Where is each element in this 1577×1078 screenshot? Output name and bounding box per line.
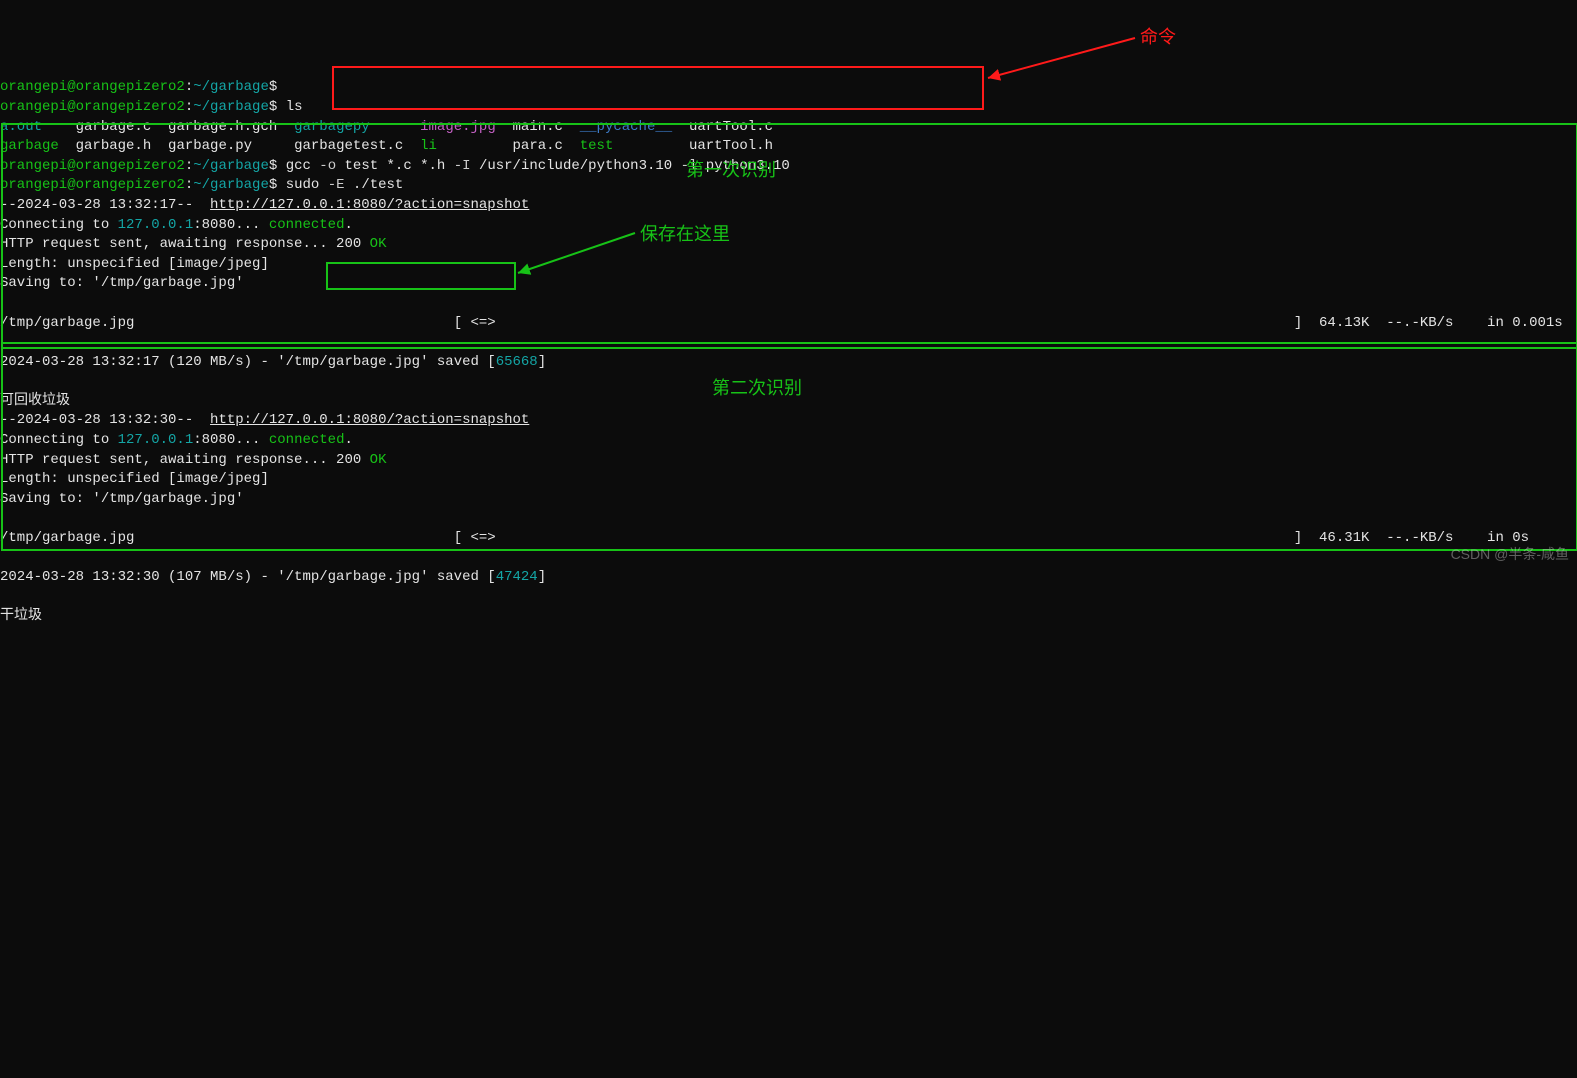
http-line: HTTP request sent, awaiting response... … — [0, 451, 1577, 471]
saved-line: 2024-03-28 13:32:30 (107 MB/s) - '/tmp/g… — [0, 568, 1577, 588]
ls-row: a.out garbage.c garbage.h.gch garbagepy … — [0, 118, 1577, 138]
saved-path: '/tmp/garbage.jpg' — [277, 354, 428, 370]
saved-line: 2024-03-28 13:32:17 (120 MB/s) - '/tmp/g… — [0, 353, 1577, 373]
http-line: HTTP request sent, awaiting response... … — [0, 235, 1577, 255]
wget-ts: --2024-03-28 13:32:30-- http://127.0.0.1… — [0, 411, 1577, 431]
annotation-label-save: 保存在这里 — [640, 222, 730, 247]
watermark: CSDN @半条-咸鱼 — [1451, 545, 1569, 565]
connect-line: Connecting to 127.0.0.1:8080... connecte… — [0, 216, 1577, 236]
annotation-label-second: 第二次识别 — [712, 376, 802, 401]
prompt-line: orangepi@orangepizero2:~/garbage$ ls — [0, 98, 1577, 118]
arrow-red-icon — [980, 30, 1140, 85]
file: garbage.h — [76, 138, 168, 154]
file: para.c — [513, 138, 580, 154]
saving-line: Saving to: '/tmp/garbage.jpg' — [0, 274, 1577, 294]
file: uartTool.h — [689, 138, 773, 154]
classification-result: 干垃圾 — [0, 608, 42, 624]
exe: garbage — [0, 138, 76, 154]
file: garbage.py — [168, 138, 294, 154]
sudo-command: orangepi@orangepizero2:~/garbage$ sudo -… — [0, 176, 1577, 196]
blank — [0, 549, 1577, 569]
file: garbagepy — [294, 119, 420, 135]
blank — [0, 588, 1577, 608]
terminal-output: orangepi@orangepizero2:~/garbage$orangep… — [0, 78, 1577, 627]
exe: test — [580, 138, 689, 154]
classification-result: 可回收垃圾 — [0, 393, 70, 409]
file: garbage.c — [76, 119, 168, 135]
result-line: 干垃圾 — [0, 607, 1577, 627]
file: main.c — [513, 119, 580, 135]
url: http://127.0.0.1:8080/?action=snapshot — [210, 412, 529, 428]
file: garbage.h.gch — [168, 119, 294, 135]
progress-line: /tmp/garbage.jpg [ <=> ] 64.13K --.-KB/s… — [0, 314, 1577, 334]
ls-command: ls — [286, 99, 303, 115]
ls-row: garbage garbage.h garbage.py garbagetest… — [0, 137, 1577, 157]
annotation-label-first: 第一次识别 — [686, 158, 776, 183]
connect-line: Connecting to 127.0.0.1:8080... connecte… — [0, 431, 1577, 451]
file: image.jpg — [420, 119, 512, 135]
progress-line: /tmp/garbage.jpg [ <=> ] 46.31K --.-KB/s… — [0, 529, 1577, 549]
annotation-label-cmd: 命令 — [1140, 25, 1176, 50]
file: garbagetest.c — [294, 138, 420, 154]
blank — [0, 333, 1577, 353]
file: uartTool.c — [689, 119, 773, 135]
prompt-line: orangepi@orangepizero2:~/garbage$ — [0, 78, 1577, 98]
saving-line: Saving to: '/tmp/garbage.jpg' — [0, 490, 1577, 510]
length-line: Length: unspecified [image/jpeg] — [0, 255, 1577, 275]
url: http://127.0.0.1:8080/?action=snapshot — [210, 197, 529, 213]
exe: li — [420, 138, 512, 154]
blank — [0, 509, 1577, 529]
file: a.out — [0, 119, 76, 135]
length-line: Length: unspecified [image/jpeg] — [0, 470, 1577, 490]
dir: __pycache__ — [580, 119, 689, 135]
gcc-command: orangepi@orangepizero2:~/garbage$ gcc -o… — [0, 157, 1577, 177]
wget-ts: --2024-03-28 13:32:17-- http://127.0.0.1… — [0, 196, 1577, 216]
blank — [0, 294, 1577, 314]
